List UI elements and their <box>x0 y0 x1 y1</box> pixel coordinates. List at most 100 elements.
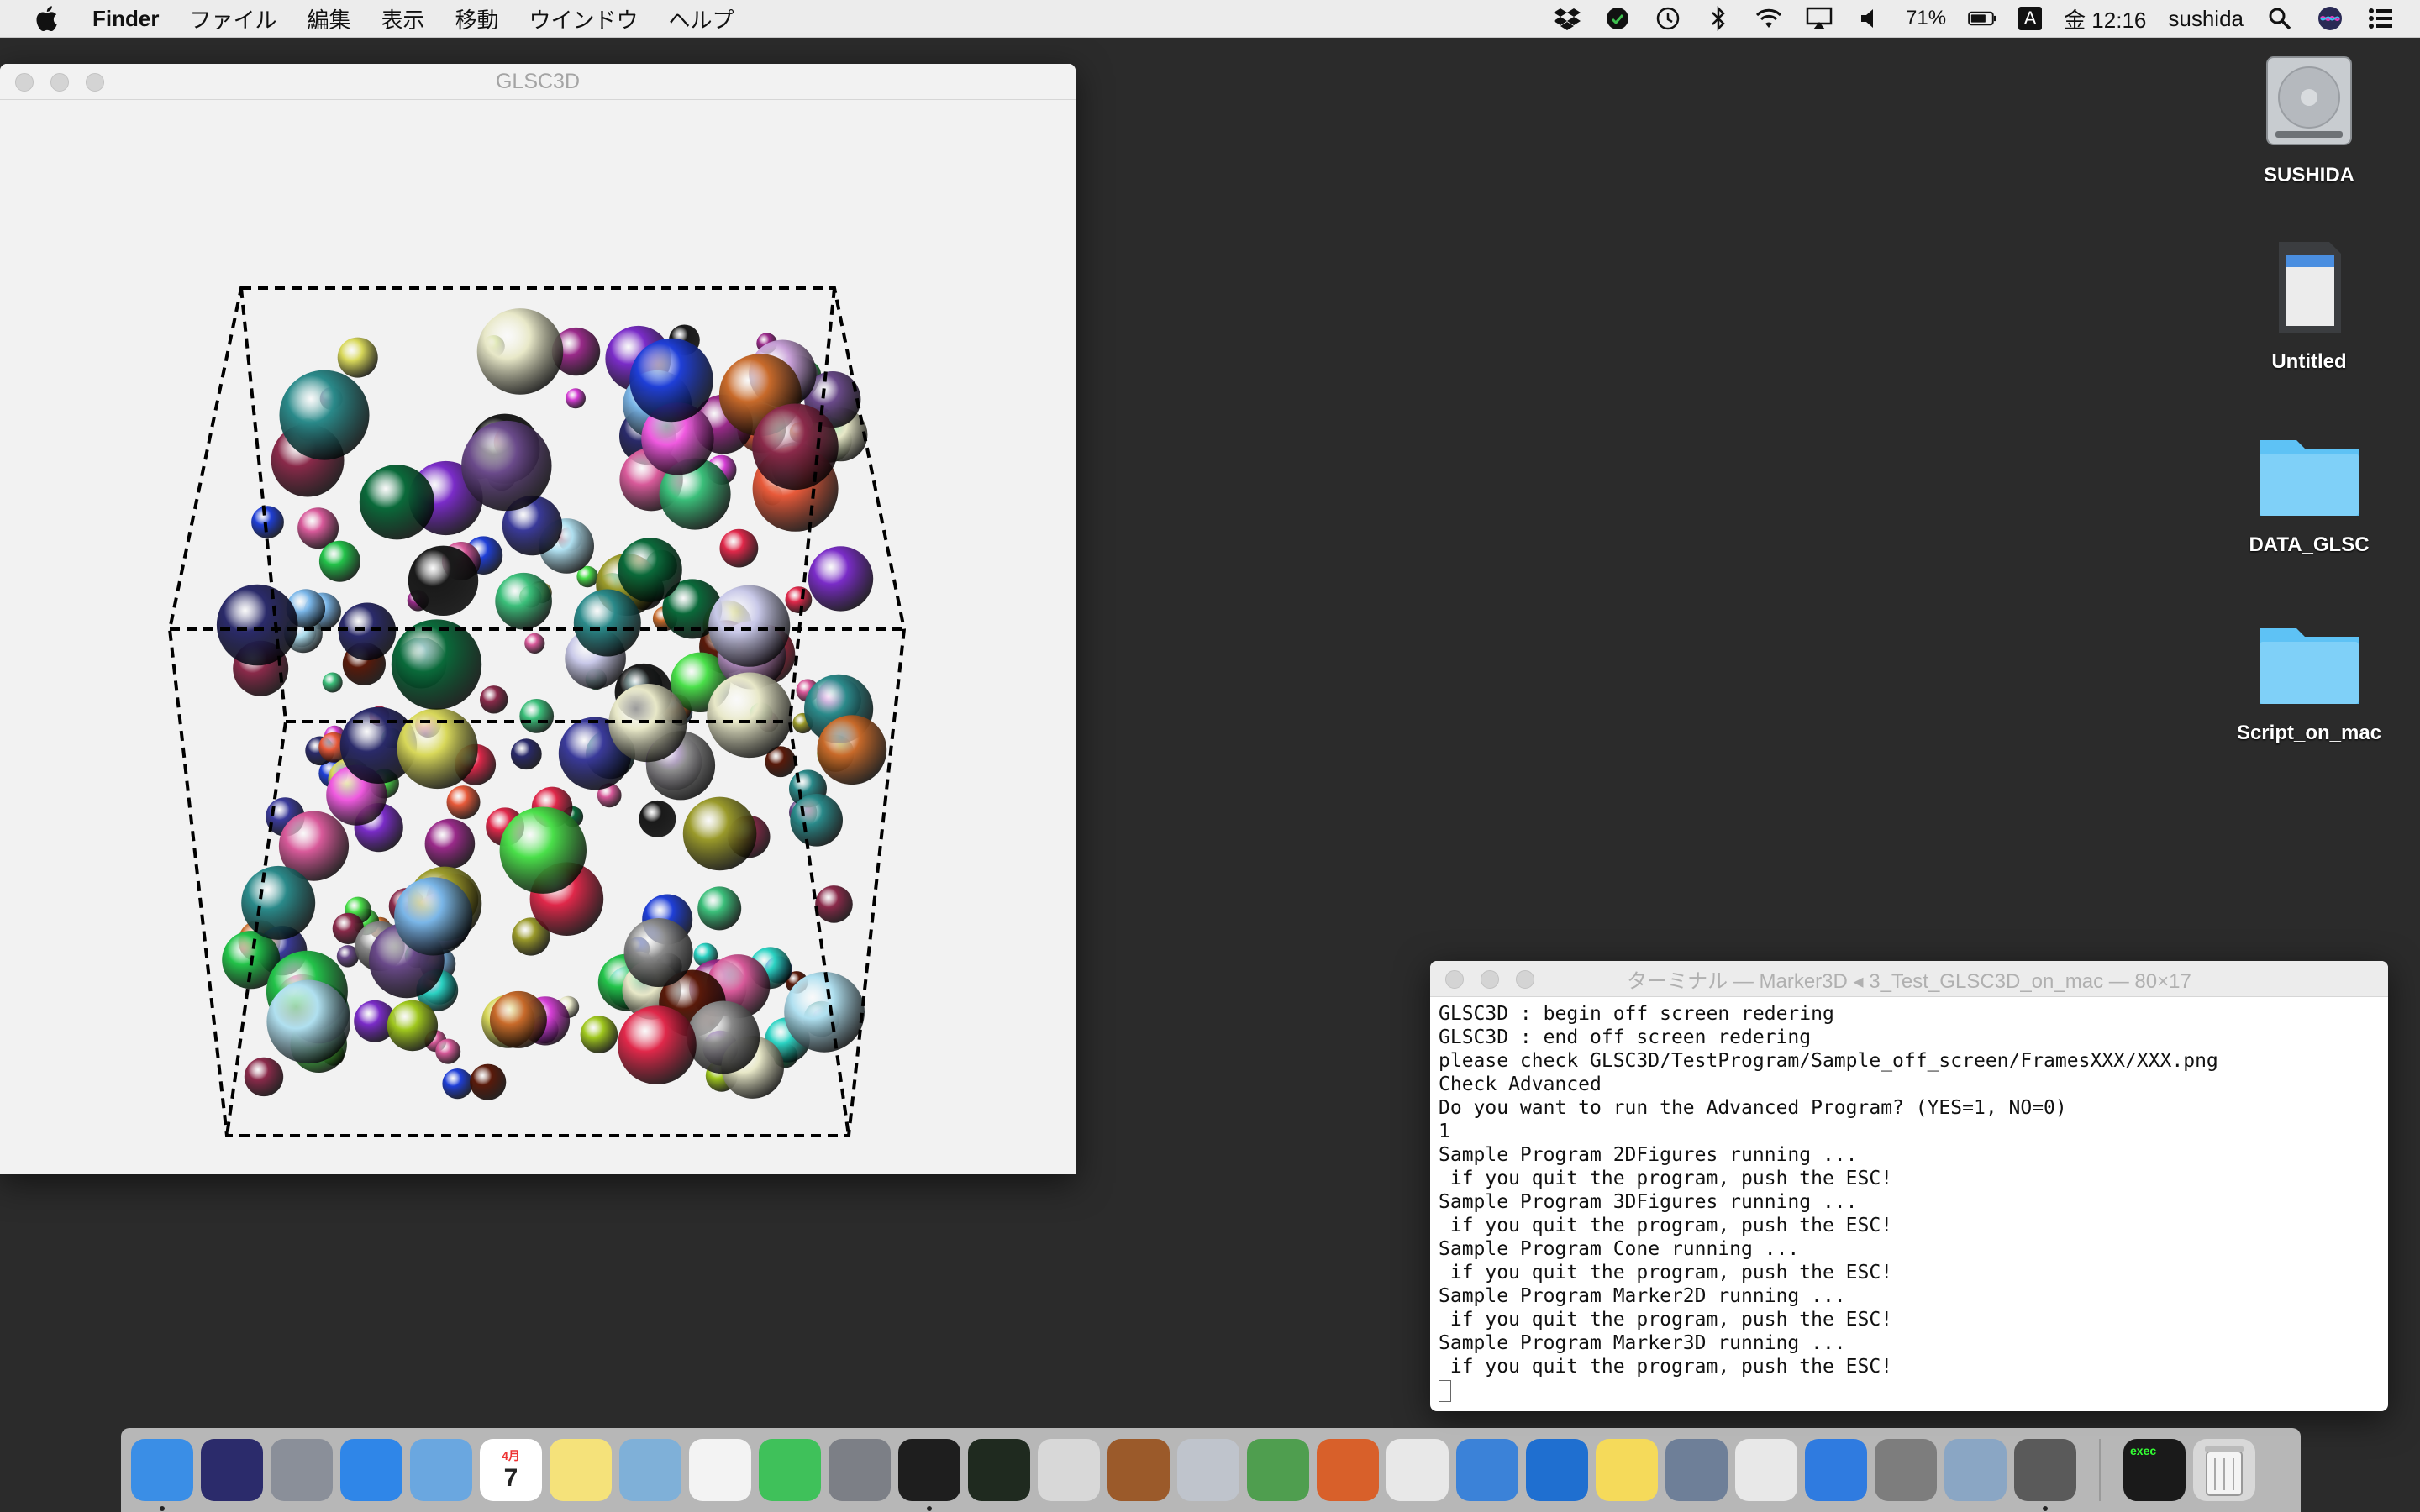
sphere-marker <box>266 979 351 1064</box>
notification-center-icon[interactable] <box>2366 6 2395 31</box>
stickies-icon[interactable] <box>1596 1439 1658 1501</box>
sphere-marker <box>623 918 693 987</box>
menu-edit[interactable]: 編集 <box>307 3 350 34</box>
mathematica-icon[interactable] <box>1317 1439 1379 1501</box>
sync-status-icon[interactable] <box>1603 6 1632 31</box>
keynote-icon[interactable] <box>1107 1439 1170 1501</box>
bluetooth-icon[interactable] <box>1704 6 1733 31</box>
photos-icon[interactable] <box>689 1439 751 1501</box>
desktop-icon-untitled[interactable]: Untitled <box>2225 237 2393 374</box>
window-titlebar[interactable]: GLSC3D <box>0 64 1076 100</box>
input-source-indicator[interactable]: A <box>2018 7 2043 30</box>
sphere-marker <box>387 1000 439 1052</box>
zoom-button[interactable] <box>86 73 104 92</box>
facetime-icon[interactable] <box>759 1439 821 1501</box>
wifi-icon[interactable] <box>1754 6 1783 31</box>
sphere-marker <box>707 672 792 759</box>
airplay-icon[interactable] <box>1805 6 1833 31</box>
calendar-day: 7 <box>503 1464 518 1492</box>
sphere-marker <box>639 800 676 837</box>
sphere-marker <box>519 699 555 733</box>
terminal-output[interactable]: GLSC3D : begin off screen redering GLSC3D… <box>1430 997 2388 1407</box>
desktop-icon-data-glsc[interactable]: DATA_GLSC <box>2225 428 2393 557</box>
text-cursor <box>1439 1379 1451 1402</box>
chrome-icon[interactable] <box>1735 1439 1797 1501</box>
apple-menu-icon[interactable] <box>34 5 59 32</box>
sphere-marker <box>318 540 360 582</box>
sphere-marker <box>752 403 839 491</box>
numbers-icon[interactable] <box>1247 1439 1309 1501</box>
gimp-icon[interactable] <box>1875 1439 1937 1501</box>
notes-icon[interactable] <box>550 1439 612 1501</box>
running-indicator <box>2043 1506 2048 1511</box>
dropbox-icon[interactable] <box>1553 6 1581 31</box>
sphere-marker <box>241 865 316 940</box>
image-capture-icon[interactable] <box>1944 1439 2007 1501</box>
finder-icon[interactable] <box>131 1439 193 1511</box>
spotlight-search-icon[interactable] <box>2265 6 2294 31</box>
terminal-line: please check GLSC3D/TestProgram/Sample_o… <box>1439 1050 2218 1072</box>
activity-monitor-icon[interactable] <box>968 1439 1030 1501</box>
menu-file[interactable]: ファイル <box>189 3 276 34</box>
clock[interactable]: 金 12:16 <box>2064 3 2146 34</box>
close-button[interactable] <box>15 73 34 92</box>
launchpad-icon[interactable] <box>271 1439 333 1501</box>
latexit-icon[interactable] <box>1386 1439 1449 1501</box>
app-name-menu[interactable]: Finder <box>92 6 159 32</box>
sphere-marker <box>618 538 682 602</box>
terminal-icon[interactable] <box>898 1439 960 1511</box>
volume-icon[interactable] <box>1855 6 1884 31</box>
sphere-marker <box>618 1005 697 1084</box>
trash-icon[interactable] <box>2193 1439 2255 1501</box>
sphere-marker <box>394 877 473 956</box>
keynote-remote-icon[interactable] <box>1456 1439 1518 1501</box>
sphere-marker <box>435 1038 461 1064</box>
safari-icon[interactable] <box>340 1439 402 1501</box>
menu-view[interactable]: 表示 <box>381 3 424 34</box>
time-machine-icon[interactable] <box>1654 6 1682 31</box>
sphere-marker <box>216 584 298 666</box>
battery-icon[interactable] <box>1968 6 1996 31</box>
zoom-button[interactable] <box>1516 970 1534 989</box>
terminal-line: Sample Program Marker2D running ... <box>1439 1285 1846 1307</box>
terminal-line: if you quit the program, push the ESC! <box>1439 1262 1893 1284</box>
user-name[interactable]: sushida <box>2168 6 2244 32</box>
desktop-icon-script-on-mac[interactable]: Script_on_mac <box>2225 617 2393 745</box>
sphere-marker <box>629 338 713 423</box>
sd-card-icon <box>2279 242 2341 333</box>
terminal-line: GLSC3D : end off screen redering <box>1439 1026 1812 1048</box>
close-button[interactable] <box>1445 970 1464 989</box>
x11-icon[interactable] <box>1038 1439 1100 1501</box>
script-editor-icon[interactable] <box>1177 1439 1239 1501</box>
mail-icon[interactable] <box>410 1439 472 1501</box>
skim-icon[interactable] <box>2014 1439 2076 1511</box>
menu-go[interactable]: 移動 <box>455 3 499 34</box>
sphere-marker <box>784 971 865 1053</box>
minimize-button[interactable] <box>50 73 69 92</box>
sphere-marker <box>480 685 508 714</box>
folder-icon <box>2260 628 2359 704</box>
sphere-marker <box>442 1068 473 1100</box>
tex-icon[interactable] <box>1665 1439 1728 1501</box>
window-titlebar[interactable]: ターミナル — Marker3D ◂ 3_Test_GLSC3D_on_mac … <box>1430 961 2388 997</box>
3d-render-canvas[interactable] <box>0 100 1076 1174</box>
xcode-icon[interactable] <box>1805 1439 1867 1501</box>
sphere-marker <box>687 1000 760 1074</box>
desktop-icon-sushida[interactable]: SUSHIDA <box>2225 50 2393 187</box>
exec-terminal-icon[interactable]: exec <box>2123 1439 2186 1501</box>
minimize-button[interactable] <box>1481 970 1499 989</box>
system-preferences-icon[interactable] <box>829 1439 891 1501</box>
preview-icon[interactable] <box>619 1439 681 1501</box>
menu-window[interactable]: ウインドウ <box>529 3 639 34</box>
terminal-window[interactable]: ターミナル — Marker3D ◂ 3_Test_GLSC3D_on_mac … <box>1430 961 2388 1411</box>
siri-icon[interactable] <box>201 1439 263 1501</box>
siri-icon[interactable] <box>2316 6 2344 31</box>
menu-help[interactable]: ヘルプ <box>669 3 734 34</box>
glsc3d-window[interactable]: GLSC3D <box>0 64 1076 1174</box>
calendar-icon[interactable]: 4月 7 <box>480 1439 542 1501</box>
sphere-marker <box>566 388 586 409</box>
sphere-marker <box>495 572 552 630</box>
status-area: 71% A 金 12:16 sushida <box>1553 0 2395 37</box>
quicktime-icon[interactable] <box>1526 1439 1588 1501</box>
terminal-prompt[interactable] <box>1439 1378 2380 1402</box>
